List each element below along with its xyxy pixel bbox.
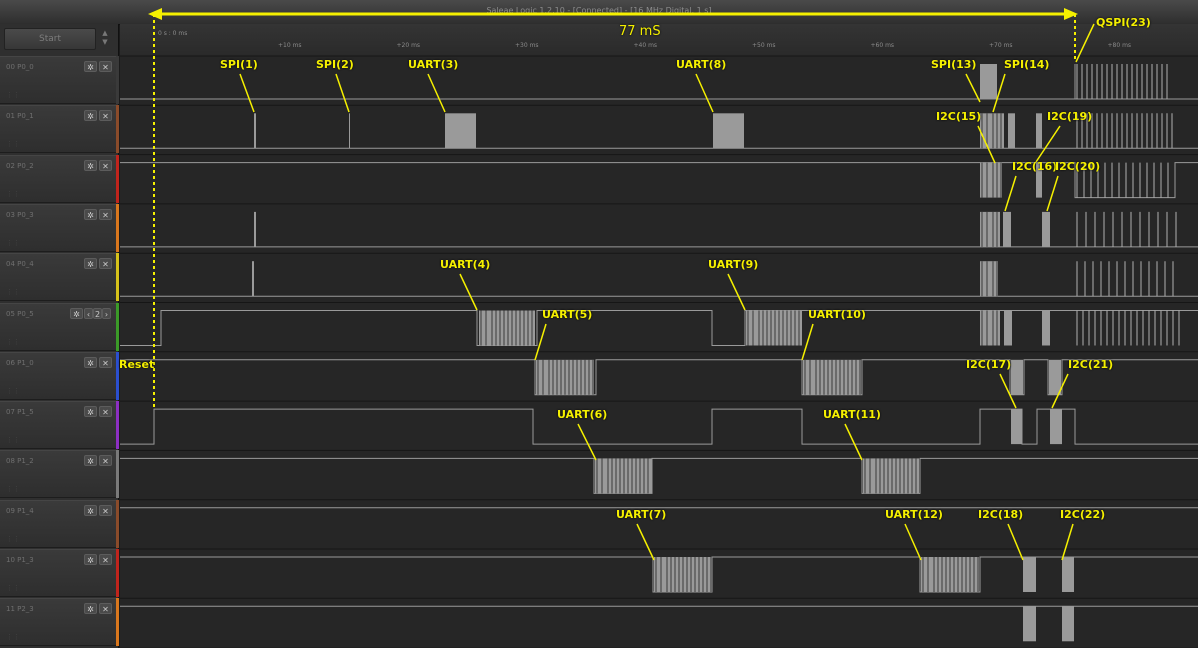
protocol-annotation: UART(12) <box>885 508 943 521</box>
signal-burst <box>1036 113 1042 149</box>
signal-burst <box>254 113 256 149</box>
reset-annotation: Reset <box>119 358 155 371</box>
protocol-annotation: I2C(16) <box>1012 160 1058 173</box>
protocol-annotation: UART(8) <box>676 58 727 71</box>
signal-burst <box>479 310 535 346</box>
protocol-annotation: UART(10) <box>808 308 866 321</box>
protocol-annotation: I2C(18) <box>978 508 1024 521</box>
protocol-annotation: SPI(14) <box>1004 58 1050 71</box>
channel-lane <box>120 450 1198 500</box>
signal-burst <box>1042 310 1050 346</box>
channel-lane <box>120 401 1198 451</box>
channel-lane <box>120 351 1198 402</box>
channel-lane <box>120 203 1198 254</box>
signal-burst <box>445 113 476 149</box>
span-duration-label: 77 mS <box>619 24 661 39</box>
protocol-annotation: UART(7) <box>616 508 667 521</box>
signal-burst <box>1003 211 1011 247</box>
protocol-annotation: I2C(15) <box>936 110 982 123</box>
protocol-annotation: SPI(13) <box>931 58 977 71</box>
signal-burst <box>254 211 256 247</box>
signal-burst <box>1062 557 1074 592</box>
logic-analyzer-app: Saleae Logic 1.2.10 - [Connected] - [16 … <box>0 0 1198 648</box>
protocol-annotation: UART(11) <box>823 408 881 421</box>
protocol-annotation: UART(6) <box>557 408 608 421</box>
signal-burst <box>980 64 997 99</box>
signal-burst <box>980 113 1004 149</box>
signal-burst <box>252 261 254 297</box>
signal-burst <box>1011 409 1022 445</box>
channel-lane <box>120 598 1198 648</box>
protocol-annotation: UART(3) <box>408 58 459 71</box>
signal-burst <box>1004 310 1012 346</box>
protocol-annotation: UART(4) <box>440 258 491 271</box>
protocol-annotation: SPI(2) <box>316 58 354 71</box>
signal-burst <box>746 310 802 346</box>
protocol-annotation: I2C(20) <box>1055 160 1101 173</box>
channel-lane <box>120 302 1198 352</box>
protocol-annotation: UART(9) <box>708 258 759 271</box>
signal-burst <box>980 162 1002 198</box>
signal-burst <box>1008 113 1015 149</box>
signal-burst <box>1050 409 1062 445</box>
protocol-annotation: I2C(22) <box>1060 508 1106 521</box>
protocol-annotation: SPI(1) <box>220 58 258 71</box>
waveform-area[interactable] <box>0 0 1198 648</box>
signal-burst <box>1023 557 1036 592</box>
signal-burst <box>863 458 919 494</box>
signal-burst <box>1042 211 1050 247</box>
signal-burst <box>349 113 350 149</box>
signal-burst <box>713 113 744 149</box>
protocol-annotation: I2C(21) <box>1068 358 1114 371</box>
protocol-annotation: UART(5) <box>542 308 593 321</box>
signal-burst <box>1049 359 1061 395</box>
protocol-annotation: I2C(17) <box>966 358 1012 371</box>
protocol-annotation: I2C(19) <box>1047 110 1093 123</box>
signal-burst <box>1011 359 1023 395</box>
signal-burst <box>1023 606 1036 642</box>
protocol-annotation: QSPI(23) <box>1096 16 1151 29</box>
signal-burst <box>980 261 998 297</box>
signal-burst <box>1062 606 1074 642</box>
channel-lane <box>120 253 1198 303</box>
